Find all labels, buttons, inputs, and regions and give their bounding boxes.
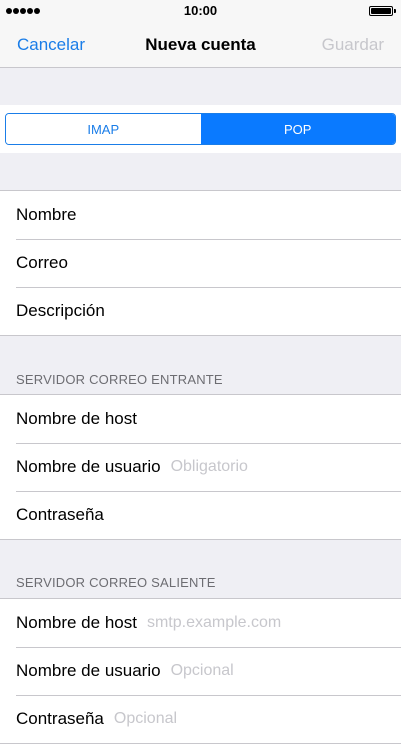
outgoing-server-group: Nombre de host smtp.example.com Nombre d… — [0, 598, 401, 744]
outgoing-server-header: SERVIDOR CORREO SALIENTE — [16, 575, 216, 590]
account-type-segmented-control: IMAP POP — [5, 113, 396, 145]
description-field[interactable]: Descripción — [0, 287, 401, 335]
outgoing-username-label: Nombre de usuario — [16, 661, 161, 680]
outgoing-password-field[interactable]: Contraseña Opcional — [0, 695, 401, 743]
segment-pop[interactable]: POP — [200, 114, 395, 144]
status-bar: 10:00 — [0, 0, 401, 22]
outgoing-host-field[interactable]: Nombre de host smtp.example.com — [0, 599, 401, 647]
account-info-group: Nombre Correo Descripción — [0, 190, 401, 336]
incoming-username-placeholder: Obligatorio — [170, 458, 248, 475]
outgoing-host-placeholder: smtp.example.com — [146, 614, 282, 631]
segment-imap[interactable]: IMAP — [6, 114, 201, 144]
incoming-host-field[interactable]: Nombre de host — [0, 395, 401, 443]
outgoing-password-label: Contraseña — [16, 709, 104, 728]
name-label: Nombre — [16, 205, 77, 224]
status-time: 10:00 — [183, 3, 218, 18]
incoming-username-label: Nombre de usuario — [16, 457, 161, 476]
incoming-host-label: Nombre de host — [16, 409, 137, 428]
navigation-bar: Cancelar Nueva cuenta Guardar — [0, 22, 401, 68]
incoming-password-field[interactable]: Contraseña — [0, 491, 401, 539]
incoming-username-field[interactable]: Nombre de usuario Obligatorio — [0, 443, 401, 491]
account-type-section: IMAP POP — [0, 105, 401, 153]
outgoing-username-placeholder: Opcional — [170, 662, 234, 679]
incoming-server-group: Nombre de host Nombre de usuario Obligat… — [0, 394, 401, 540]
incoming-server-header: SERVIDOR CORREO ENTRANTE — [16, 372, 223, 387]
description-label: Descripción — [16, 301, 105, 320]
save-button[interactable]: Guardar — [322, 35, 384, 55]
email-field[interactable]: Correo — [0, 239, 401, 287]
name-field[interactable]: Nombre — [0, 191, 401, 239]
incoming-password-label: Contraseña — [16, 505, 104, 524]
email-label: Correo — [16, 253, 68, 272]
outgoing-host-label: Nombre de host — [16, 613, 137, 632]
outgoing-username-field[interactable]: Nombre de usuario Opcional — [0, 647, 401, 695]
battery-icon — [369, 6, 396, 16]
